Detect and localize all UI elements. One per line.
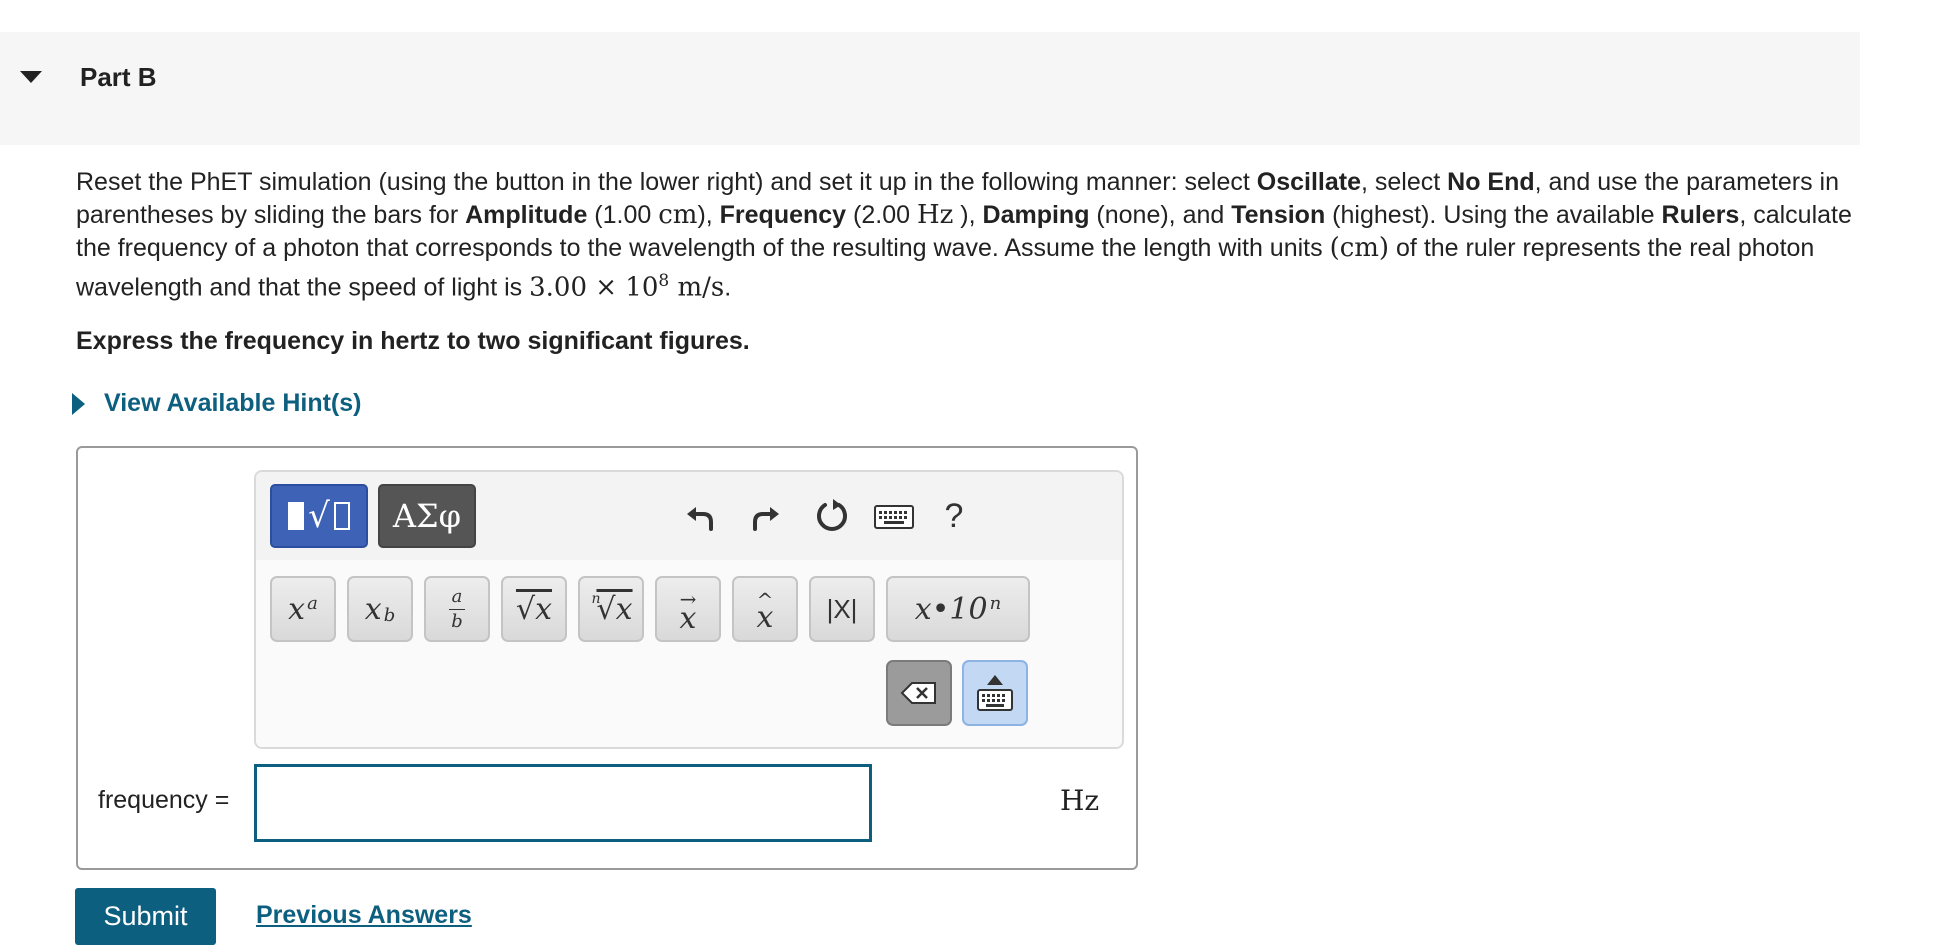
fraction-icon: ab (449, 585, 465, 632)
sci-notation-base: x•10 (914, 591, 988, 627)
caret-up-icon (987, 675, 1003, 685)
collapse-caret-icon[interactable] (20, 71, 42, 83)
nth-root-key[interactable]: n √x (578, 576, 644, 642)
view-hints-link[interactable]: View Available Hint(s) (72, 389, 361, 418)
question-bold-term: Oscillate (1256, 168, 1361, 196)
math-unit: cm (658, 200, 698, 230)
fraction-key[interactable]: ab (424, 576, 490, 642)
frequency-label: frequency = (98, 786, 230, 814)
greek-symbols-tab[interactable]: ΑΣφ (378, 484, 476, 548)
answer-box: √ ΑΣφ ? x a x b a b √x n √x → x ^ x |X| … (76, 446, 1138, 870)
cursor-block-icon (288, 502, 305, 530)
sqrt-key[interactable]: √x (501, 576, 567, 642)
reset-icon (817, 499, 847, 531)
vector-key[interactable]: → x (655, 576, 721, 642)
question-bold-term: Rulers (1661, 201, 1740, 229)
subscript-key[interactable]: xb (347, 576, 413, 642)
question-bold-term: Amplitude (465, 201, 588, 229)
help-button[interactable]: ? (926, 486, 982, 546)
fraction-numerator: a (451, 585, 463, 607)
show-keyboard-key[interactable] (962, 660, 1028, 726)
math-speed-of-light: 3.00 × 10 (529, 272, 659, 303)
unit-label: Hz (1060, 784, 1100, 817)
redo-icon (753, 507, 779, 531)
question-segment: (none), and (1089, 201, 1232, 229)
fraction-denominator: b (451, 610, 463, 632)
previous-answers-link[interactable]: Previous Answers (256, 901, 472, 930)
expand-caret-icon (72, 392, 85, 415)
math-unit: (cm) (1329, 233, 1390, 263)
question-segment: (1.00 (587, 201, 659, 229)
question-bold-term: No End (1447, 168, 1535, 196)
key-base: x (679, 601, 697, 636)
keyboard-icon (977, 689, 1013, 711)
scientific-notation-key[interactable]: x•10 n (886, 576, 1030, 642)
math-unit: Hz (916, 200, 954, 230)
question-bold-term: Tension (1231, 201, 1326, 229)
math-exponent: 8 (658, 271, 670, 291)
templates-tab[interactable]: √ (270, 484, 368, 548)
frequency-answer-input[interactable] (254, 764, 872, 842)
question-segment: (2.00 (846, 201, 917, 229)
keyboard-icon (874, 505, 914, 529)
backspace-key[interactable] (886, 660, 952, 726)
question-segment: Reset the PhET simulation (using the but… (76, 168, 1257, 196)
question-segment: ), (697, 201, 720, 229)
nth-root-index: n (591, 591, 601, 607)
question-bold-term: Damping (982, 201, 1090, 229)
nth-root-label: √x (596, 591, 633, 627)
view-hints-label: View Available Hint(s) (104, 389, 362, 417)
key-base: x (756, 600, 774, 635)
key-base: x (364, 591, 382, 627)
key-base: x (288, 591, 306, 627)
question-segment: (highest). Using the available (1325, 201, 1662, 229)
part-header (0, 32, 1860, 145)
reset-button[interactable] (804, 486, 860, 546)
key-superscript: a (307, 592, 318, 614)
redo-button[interactable] (738, 486, 794, 546)
question-segment: ), (953, 201, 983, 229)
backspace-icon (900, 682, 936, 704)
math-editor-toolbar: √ ΑΣφ ? x a x b a b √x n √x → x ^ x |X| … (254, 470, 1124, 749)
sqrt-template-icon: √ (308, 496, 330, 536)
question-text: Reset the PhET simulation (using the but… (76, 166, 1862, 304)
undo-button[interactable] (672, 486, 728, 546)
undo-icon (687, 507, 713, 531)
instruction-text: Express the frequency in hertz to two si… (76, 327, 750, 355)
submit-button[interactable]: Submit (75, 888, 216, 945)
question-segment: , select (1360, 168, 1448, 196)
fraction-bar (449, 608, 465, 610)
question-bold-term: Frequency (719, 201, 847, 229)
question-segment: . (724, 273, 732, 302)
keyboard-shortcuts-button[interactable] (866, 486, 922, 546)
key-subscript: b (383, 604, 396, 626)
sqrt-label: √x (515, 591, 553, 627)
unit-vector-key[interactable]: ^ x (732, 576, 798, 642)
box-template-icon (333, 502, 350, 530)
sci-notation-exponent: n (989, 592, 1002, 614)
absolute-value-key[interactable]: |X| (809, 576, 875, 642)
math-unit: m/s (669, 272, 725, 303)
part-title: Part B (80, 62, 157, 92)
power-key[interactable]: xa (270, 576, 336, 642)
